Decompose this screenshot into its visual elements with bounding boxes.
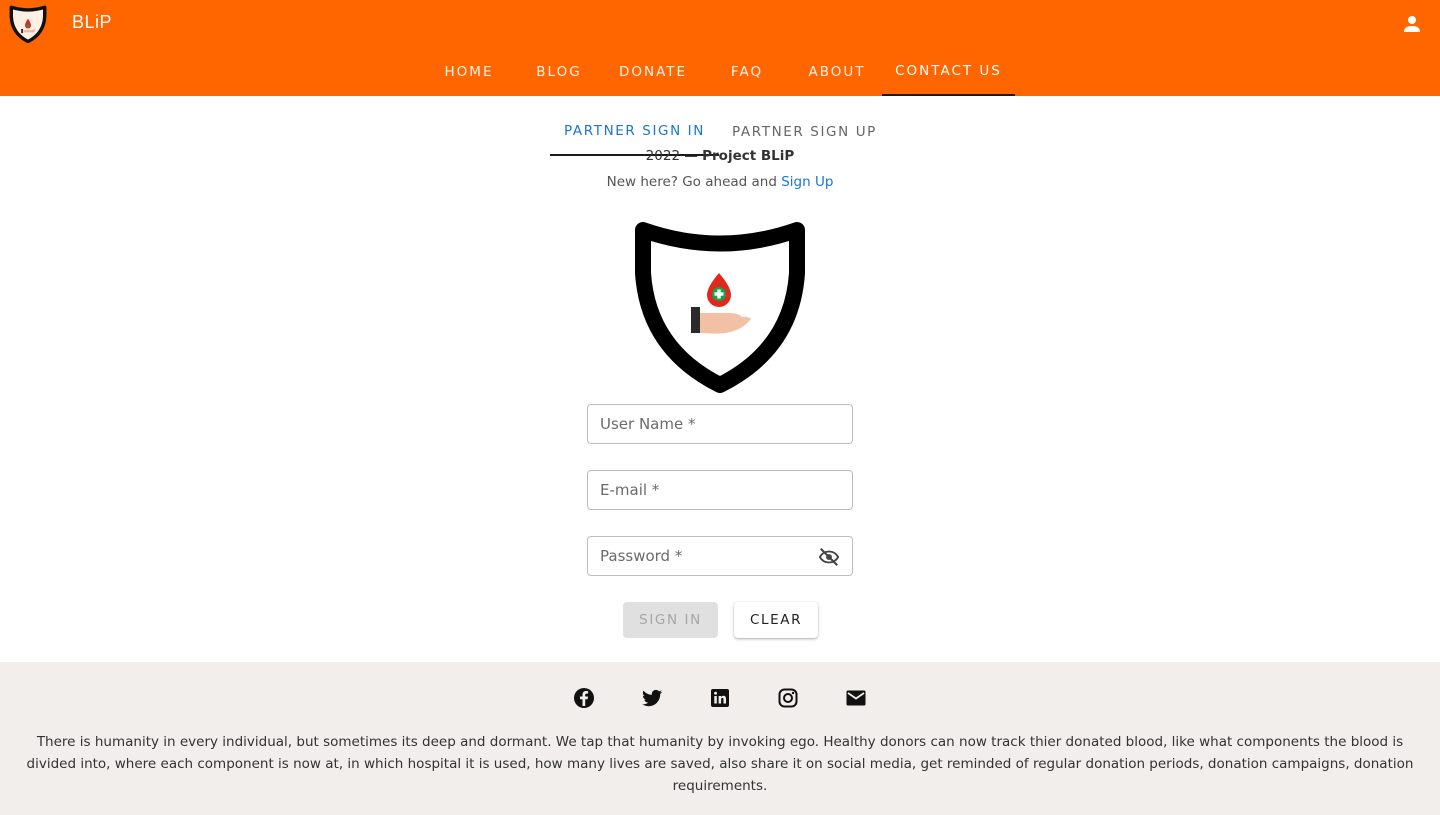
twitter-icon[interactable] <box>640 686 664 710</box>
nav-faq[interactable]: FAQ <box>702 48 792 96</box>
signup-hint-text: New here? Go ahead and <box>606 174 782 190</box>
email-input[interactable] <box>588 471 852 509</box>
brand-name[interactable]: BLiP <box>72 12 112 33</box>
username-input[interactable] <box>588 405 852 443</box>
signup-hint: New here? Go ahead and Sign Up <box>0 174 1440 190</box>
copyright-name[interactable]: Project BLiP <box>702 148 794 164</box>
instagram-icon[interactable] <box>776 686 800 710</box>
copyright: 2022 — Project BLiP <box>0 148 1440 164</box>
linkedin-icon[interactable] <box>708 686 732 710</box>
copyright-year: 2022 — <box>645 148 698 164</box>
password-field <box>587 536 853 576</box>
visibility-off-icon[interactable] <box>818 546 840 568</box>
nav-home[interactable]: HOME <box>424 48 514 96</box>
email-icon[interactable] <box>844 686 868 710</box>
clear-button[interactable]: CLEAR <box>734 602 818 638</box>
blip-shield-logo-icon <box>635 222 805 393</box>
blip-logo-icon[interactable] <box>9 5 47 43</box>
nav-contact-us[interactable]: CONTACT US <box>882 48 1015 96</box>
username-field <box>587 404 853 444</box>
facebook-icon[interactable] <box>572 686 596 710</box>
password-input[interactable] <box>588 537 852 575</box>
footer: There is humanity in every individual, b… <box>0 662 1440 815</box>
footer-about-text: There is humanity in every individual, b… <box>26 734 1414 794</box>
email-field <box>587 470 853 510</box>
app-bar: BLiP HOME BLOG DONATE FAQ ABOUT CONTACT … <box>0 0 1440 96</box>
main-nav: HOME BLOG DONATE FAQ ABOUT CONTACT US <box>424 48 1015 96</box>
account-icon[interactable] <box>1400 12 1424 36</box>
nav-donate[interactable]: DONATE <box>604 48 702 96</box>
nav-about[interactable]: ABOUT <box>792 48 882 96</box>
signup-link[interactable]: Sign Up <box>781 174 833 190</box>
nav-blog[interactable]: BLOG <box>514 48 604 96</box>
sign-in-button[interactable]: SIGN IN <box>623 602 718 638</box>
